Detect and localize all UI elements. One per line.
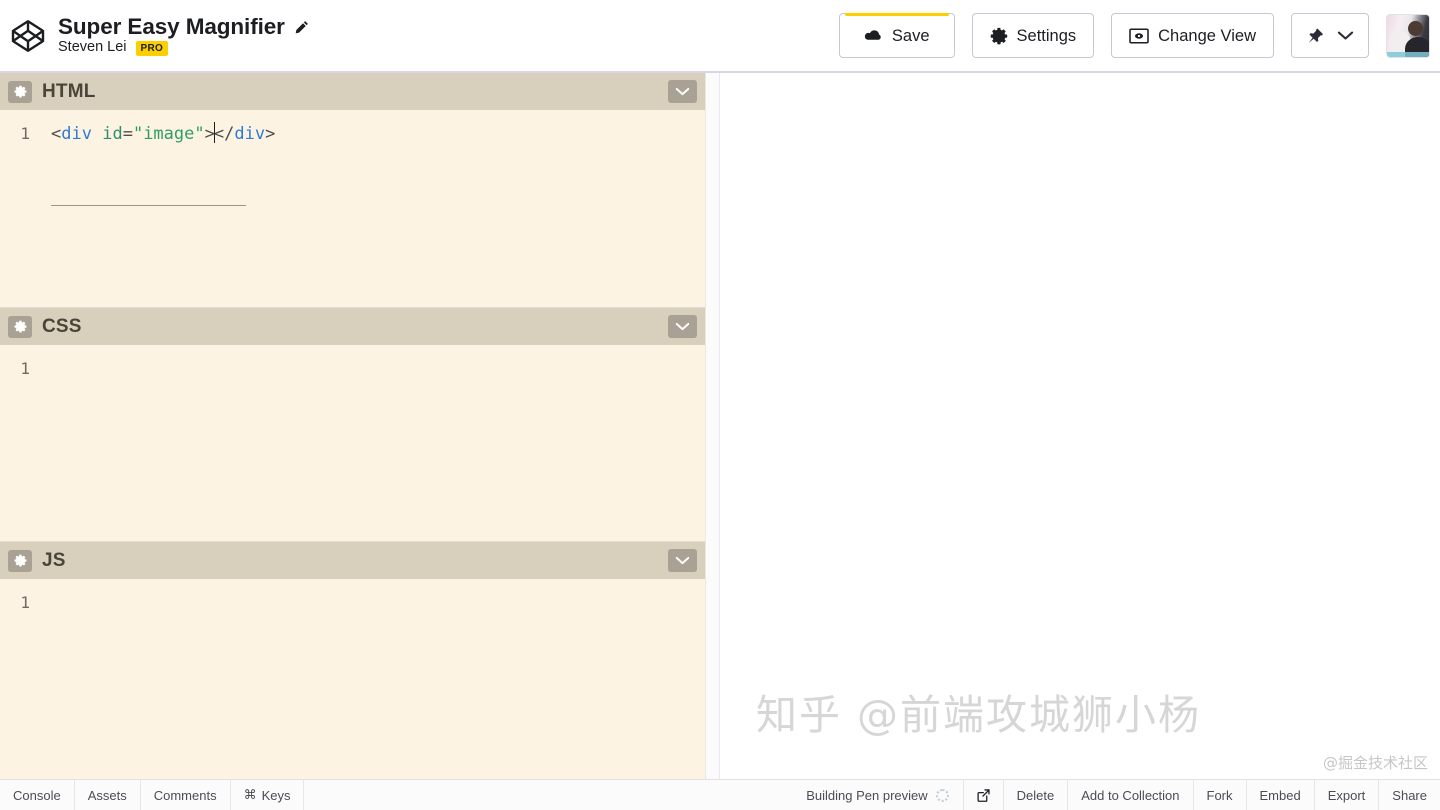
codepen-logo-icon[interactable] [10, 18, 46, 54]
app-header: Super Easy Magnifier Steven Lei PRO [0, 0, 1440, 73]
editor-preview-resizer[interactable] [705, 73, 720, 779]
editor-header-html: HTML [0, 73, 705, 110]
pen-preview-pane[interactable]: 知乎 @前端攻城狮小杨 @掘金技术社区 [720, 73, 1440, 779]
watermark-primary: 知乎 @前端攻城狮小杨 [756, 681, 1201, 741]
editor-header-css: CSS [0, 308, 705, 345]
build-status-label: Building Pen preview [806, 788, 927, 803]
code-token: "image" [133, 124, 205, 144]
avatar[interactable] [1386, 14, 1430, 58]
editor-panel-css: CSS 1 [0, 308, 705, 542]
delete-label: Delete [1017, 789, 1055, 802]
pen-identity: Super Easy Magnifier Steven Lei PRO [10, 15, 309, 57]
line-number: 1 [0, 119, 38, 149]
add-to-collection-label: Add to Collection [1081, 789, 1179, 802]
embed-label: Embed [1260, 789, 1301, 802]
chevron-down-icon [1337, 30, 1354, 41]
code-token: < [51, 124, 61, 144]
codepen-editor-app: Super Easy Magnifier Steven Lei PRO [0, 0, 1440, 810]
code-token: div [234, 124, 265, 144]
editor-title-js: JS [42, 551, 66, 570]
gear-icon [990, 27, 1008, 45]
code-token: = [123, 124, 133, 144]
pen-meta: Super Easy Magnifier Steven Lei PRO [58, 15, 309, 57]
code-token: id [102, 124, 122, 144]
eye-in-frame-icon [1129, 28, 1149, 44]
command-key-icon: ⌘ [244, 789, 257, 802]
gear-icon[interactable] [8, 81, 32, 103]
code-editor-css[interactable]: 1 [0, 345, 705, 541]
app-footer: Console Assets Comments ⌘ Keys Building … [0, 779, 1440, 810]
header-actions: Save Settings [839, 13, 1432, 58]
footer-comments-label: Comments [154, 789, 217, 802]
editor-panel-js: JS 1 [0, 542, 705, 779]
settings-button[interactable]: Settings [972, 13, 1095, 58]
pen-author[interactable]: Steven Lei [58, 40, 127, 56]
footer-assets-label: Assets [88, 789, 127, 802]
save-button-label: Save [892, 28, 930, 45]
code-line: 1 [0, 588, 705, 618]
code-line-content[interactable]: <div id="image"></div> [38, 119, 275, 209]
editor-title-css: CSS [42, 317, 82, 336]
watermark-secondary: @掘金技术社区 [1323, 752, 1428, 773]
save-button[interactable]: Save [839, 13, 955, 58]
code-token [92, 124, 102, 144]
add-to-collection-button[interactable]: Add to Collection [1067, 780, 1192, 810]
footer-assets-button[interactable]: Assets [75, 780, 141, 810]
fork-label: Fork [1207, 789, 1233, 802]
code-token: div [61, 124, 92, 144]
workspace: HTML 1 <div id="image"></div> [0, 73, 1440, 779]
footer-console-button[interactable]: Console [0, 780, 75, 810]
code-line: 1 <div id="image"></div> [0, 119, 705, 209]
footer-comments-button[interactable]: Comments [141, 780, 231, 810]
export-pen-button[interactable]: Export [1314, 780, 1379, 810]
page-title: Super Easy Magnifier [58, 15, 285, 40]
external-link-icon [977, 789, 990, 802]
footer-console-label: Console [13, 789, 61, 802]
code-editor-js[interactable]: 1 [0, 579, 705, 779]
editor-column: HTML 1 <div id="image"></div> [0, 73, 705, 779]
pushpin-icon [1306, 27, 1324, 45]
footer-keys-label: Keys [262, 789, 291, 802]
open-preview-external-button[interactable] [963, 780, 1003, 810]
gear-icon[interactable] [8, 316, 32, 338]
code-editor-html[interactable]: 1 <div id="image"></div> [0, 110, 705, 307]
cloud-icon [864, 29, 883, 43]
change-view-button-label: Change View [1158, 28, 1256, 45]
pen-title-row: Super Easy Magnifier [58, 15, 309, 40]
share-pen-button[interactable]: Share [1378, 780, 1440, 810]
pen-author-row: Steven Lei PRO [58, 40, 309, 56]
export-label: Export [1328, 789, 1366, 802]
collapse-editor-js-button[interactable] [668, 549, 697, 572]
pin-dropdown-button[interactable] [1291, 13, 1369, 58]
gear-icon[interactable] [8, 550, 32, 572]
code-token: </ [214, 124, 234, 144]
loading-spinner-icon [936, 789, 949, 802]
footer-keys-button[interactable]: ⌘ Keys [231, 780, 305, 810]
editor-panel-html: HTML 1 <div id="image"></div> [0, 73, 705, 308]
change-view-button[interactable]: Change View [1111, 13, 1274, 58]
build-status: Building Pen preview [792, 780, 962, 810]
code-token: > [265, 124, 275, 144]
settings-button-label: Settings [1017, 28, 1077, 45]
embed-pen-button[interactable]: Embed [1246, 780, 1314, 810]
code-line: 1 [0, 354, 705, 384]
delete-pen-button[interactable]: Delete [1003, 780, 1068, 810]
collapse-editor-html-button[interactable] [668, 80, 697, 103]
share-label: Share [1392, 789, 1427, 802]
line-number: 1 [0, 354, 38, 384]
collapse-editor-css-button[interactable] [668, 315, 697, 338]
editor-header-js: JS [0, 542, 705, 579]
editor-title-html: HTML [42, 82, 96, 101]
active-line-underline [51, 205, 246, 206]
footer-right-group: Building Pen preview Delete Add to Colle… [792, 780, 1440, 810]
line-number: 1 [0, 588, 38, 618]
pro-badge: PRO [136, 41, 169, 56]
fork-pen-button[interactable]: Fork [1193, 780, 1246, 810]
avatar-person-head [1408, 21, 1423, 36]
avatar-bottom-strip [1387, 52, 1429, 57]
pencil-icon[interactable] [294, 20, 309, 35]
